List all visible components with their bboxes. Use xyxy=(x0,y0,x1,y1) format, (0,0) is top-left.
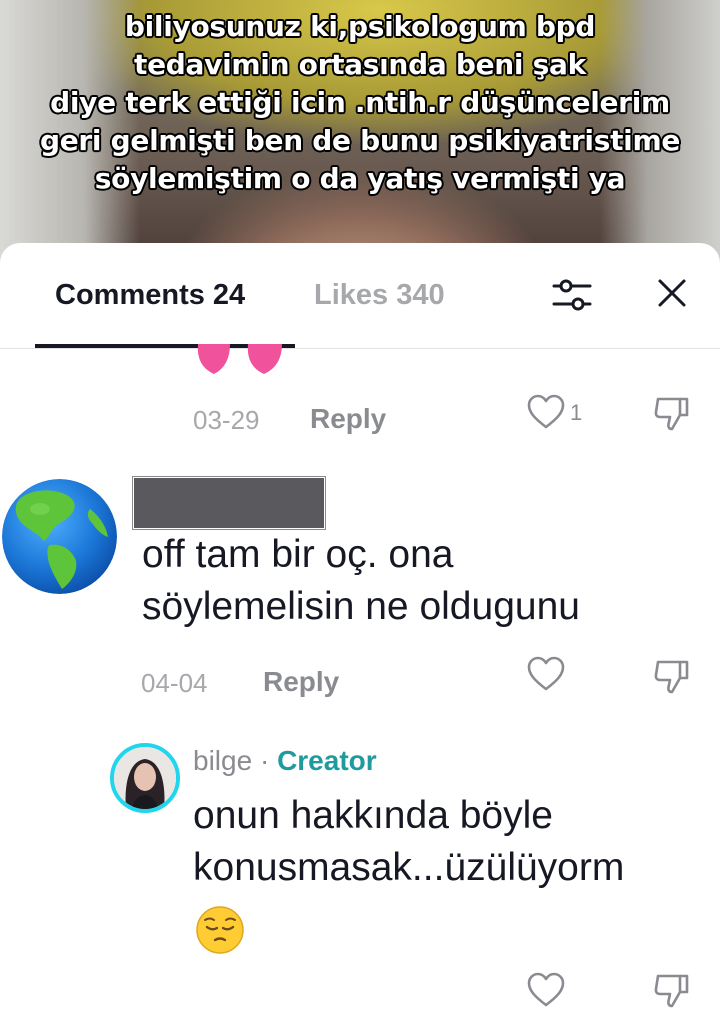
caption-line: biliyosunuz ki,psikologum bpd xyxy=(124,10,596,43)
caption-line: diye terk ettiği icin .ntih.r düşünceler… xyxy=(50,86,670,119)
redacted-username xyxy=(133,477,325,529)
comment-text: off tam bir oç. ona söylemelisin ne oldu… xyxy=(142,529,580,633)
comment-line: off tam bir oç. ona xyxy=(142,533,454,576)
comment-line: onun hakkında böyle xyxy=(193,794,553,837)
dislike-icon[interactable] xyxy=(652,656,692,696)
video-caption: biliyosunuz ki,psikologum bpd tedavimin … xyxy=(0,8,720,198)
like-count: 1 xyxy=(570,400,583,425)
heart-outline-icon[interactable] xyxy=(526,972,566,1008)
heart-outline-icon[interactable] xyxy=(526,656,566,692)
comment-line: konusmasak...üzülüyorm xyxy=(193,846,625,889)
globe-avatar[interactable] xyxy=(2,479,117,594)
caption-line: söylemiştim o da yatış vermişti ya xyxy=(94,162,626,195)
creator-portrait xyxy=(114,747,176,809)
tab-likes[interactable]: Likes 340 xyxy=(314,279,445,312)
pensive-emoji xyxy=(196,906,244,954)
reply-text: onun hakkında böyle konusmasak...üzülüyo… xyxy=(193,790,624,894)
caption-line: tedavimin ortasında beni şak xyxy=(134,48,586,81)
reply-username[interactable]: bilge xyxy=(193,745,252,776)
caption-line: geri gelmişti ben de bunu psikiyatristim… xyxy=(39,124,681,157)
creator-avatar[interactable] xyxy=(110,743,180,813)
creator-badge: Creator xyxy=(277,745,377,776)
video-background: biliyosunuz ki,psikologum bpd tedavimin … xyxy=(0,0,720,270)
comment-line: söylemelisin ne oldugunu xyxy=(142,585,580,628)
tab-comments[interactable]: Comments 24 xyxy=(55,279,245,312)
dislike-icon[interactable] xyxy=(652,970,692,1010)
filter-icon[interactable] xyxy=(548,271,596,319)
reply-author: bilge · Creator xyxy=(193,745,377,777)
close-icon[interactable] xyxy=(652,273,692,313)
name-separator: · xyxy=(252,745,278,776)
comment-date: 03-29 xyxy=(193,405,260,435)
two-hearts-emoji xyxy=(197,344,282,374)
heart-outline-icon[interactable] xyxy=(526,394,566,430)
comment-date: 04-04 xyxy=(141,668,208,698)
reply-button[interactable]: Reply xyxy=(263,666,339,698)
sheet-tab-bar: Comments 24 Likes 340 xyxy=(0,243,720,349)
reply-button[interactable]: Reply xyxy=(310,403,386,435)
dislike-icon[interactable] xyxy=(652,393,692,433)
